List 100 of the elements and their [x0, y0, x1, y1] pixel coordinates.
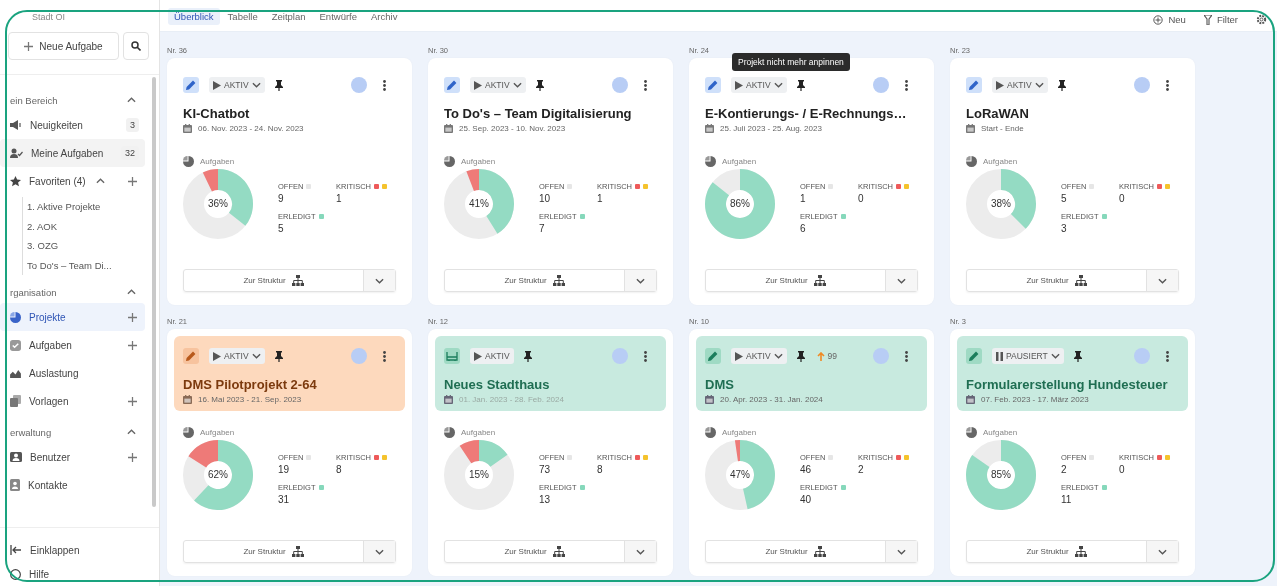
more-button[interactable]: [381, 79, 388, 91]
nav-item[interactable]: Einklappen: [0, 538, 159, 562]
nav-item[interactable]: Vorlagen: [0, 387, 145, 415]
documents-icon: [10, 395, 21, 407]
new-button[interactable]: Neu: [1153, 14, 1186, 25]
percent-label: 38%: [990, 198, 1012, 209]
pencil-icon: [708, 80, 718, 90]
nav-item[interactable]: Kontakte: [0, 471, 145, 499]
caret-icon: [1158, 277, 1167, 284]
more-button[interactable]: [642, 350, 649, 362]
favorite-link[interactable]: To Do's – Team Di...: [27, 255, 145, 275]
pin-icon: [274, 79, 283, 91]
plus-icon: [128, 340, 137, 350]
pin-icon: [1057, 79, 1066, 91]
donut-chart: [965, 439, 1037, 511]
pin-button[interactable]: [523, 350, 532, 362]
plus-icon: [128, 176, 137, 186]
add-button[interactable]: [126, 310, 139, 324]
edit-button[interactable]: [183, 348, 199, 364]
stat-value: 0: [1119, 193, 1126, 204]
caret-icon: [1158, 548, 1167, 555]
status-dropdown[interactable]: AKTIV: [731, 348, 787, 364]
more-button[interactable]: [1164, 350, 1171, 362]
settings-button[interactable]: [1256, 14, 1267, 25]
filter-button[interactable]: Filter: [1203, 14, 1238, 25]
favorite-link[interactable]: 3. OZG: [27, 236, 145, 256]
nav-item[interactable]: Projekte: [0, 303, 145, 331]
board-button[interactable]: [444, 348, 460, 364]
stat-value: 46: [800, 464, 813, 475]
nav-item[interactable]: Favoriten (4): [0, 167, 145, 195]
pin-button[interactable]: [535, 79, 544, 91]
tab[interactable]: Archiv: [365, 8, 404, 25]
edit-button[interactable]: [183, 77, 199, 93]
pin-button[interactable]: [274, 79, 283, 91]
more-button[interactable]: [642, 79, 649, 91]
favorite-link[interactable]: 1. Aktive Projekte: [27, 197, 145, 217]
project-title: LoRaWAN: [966, 106, 1030, 121]
status-dropdown[interactable]: AKTIV: [209, 348, 265, 364]
play-icon: [213, 351, 221, 361]
nav-item[interactable]: Hilfe: [0, 562, 159, 586]
nav-item[interactable]: Benutzer: [0, 443, 145, 471]
stat-value: 2: [858, 464, 865, 475]
pie-icon: [183, 156, 194, 167]
status-dropdown[interactable]: PAUSIERT: [992, 348, 1064, 364]
add-button[interactable]: [126, 394, 139, 408]
calendar-icon: [705, 124, 714, 133]
tab[interactable]: Entwürfe: [313, 8, 364, 25]
search-button[interactable]: [123, 32, 149, 60]
add-button[interactable]: [126, 338, 139, 352]
section-label: Aufgaben: [200, 157, 235, 166]
edit-button[interactable]: [966, 348, 982, 364]
play-icon: [213, 80, 221, 90]
status-dropdown[interactable]: AKTIV: [470, 77, 526, 93]
more-icon: [383, 79, 386, 91]
hierarchy-icon: [291, 546, 304, 557]
nav-item[interactable]: Neuigkeiten 3: [0, 111, 145, 139]
scrollbar[interactable]: [152, 77, 156, 507]
pin-button[interactable]: [796, 79, 805, 91]
pie-icon: [705, 427, 716, 438]
pin-button[interactable]: [796, 350, 805, 362]
more-button[interactable]: [903, 350, 910, 362]
nav-item[interactable]: Aufgaben: [0, 331, 145, 359]
pin-icon: [796, 79, 805, 91]
status-dropdown[interactable]: AKTIV: [209, 77, 265, 93]
favorite-link[interactable]: 2. AOK: [27, 216, 145, 236]
pin-icon: [535, 79, 544, 91]
project-title: Formularerstellung Hundesteuer: [966, 377, 1169, 392]
edit-button[interactable]: [705, 348, 721, 364]
nav-item[interactable]: Auslastung: [0, 359, 145, 387]
nav-label: Meine Aufgaben: [31, 147, 104, 159]
status-dropdown[interactable]: AKTIV: [992, 77, 1048, 93]
more-button[interactable]: [381, 350, 388, 362]
search-icon: [131, 41, 141, 51]
pin-icon: [274, 350, 283, 362]
edit-button[interactable]: [966, 77, 982, 93]
arrow-left-icon: [10, 545, 22, 555]
add-button[interactable]: [126, 174, 139, 188]
more-button[interactable]: [903, 79, 910, 91]
nav-item[interactable]: Meine Aufgaben 32: [0, 139, 145, 167]
tab[interactable]: Tabelle: [221, 8, 264, 25]
status-dropdown[interactable]: AKTIV: [731, 77, 787, 93]
pin-icon: [796, 350, 805, 362]
stat-value: 0: [858, 193, 865, 204]
pin-button[interactable]: [274, 350, 283, 362]
stat-value: 1: [597, 193, 604, 204]
new-task-button[interactable]: Neue Aufgabe: [8, 32, 119, 60]
more-button[interactable]: [1164, 79, 1171, 91]
edit-button[interactable]: [444, 77, 460, 93]
stat-value: 1: [800, 193, 807, 204]
tab[interactable]: Zeitplan: [265, 8, 312, 25]
pin-button[interactable]: [1073, 350, 1082, 362]
add-button[interactable]: [126, 450, 139, 464]
status-dropdown[interactable]: AKTIV: [470, 348, 514, 364]
section-label: Aufgaben: [722, 428, 757, 437]
edit-button[interactable]: [705, 77, 721, 93]
play-icon: [474, 351, 482, 361]
donut-chart: [443, 439, 515, 511]
more-icon: [383, 350, 386, 362]
calendar-icon: [705, 395, 714, 404]
pin-button[interactable]: [1057, 79, 1066, 91]
